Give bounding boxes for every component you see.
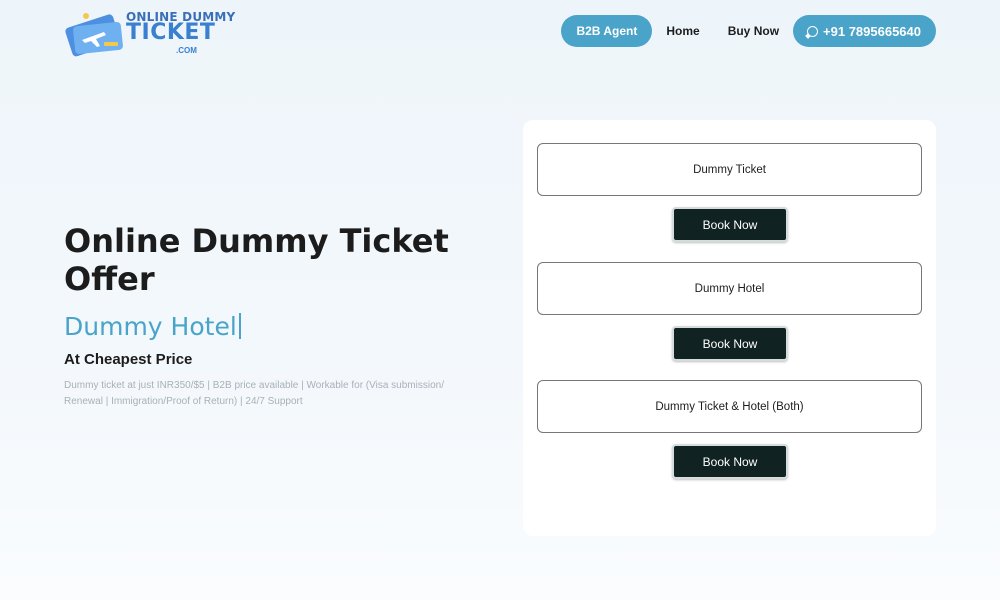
book-now-both-button[interactable]: Book Now (672, 444, 788, 479)
whatsapp-icon (807, 25, 819, 37)
hero-tagline: At Cheapest Price (64, 351, 193, 368)
option-dummy-hotel[interactable]: Dummy Hotel (537, 262, 922, 315)
logo-text-domain: .COM (176, 46, 197, 55)
nav-home-link[interactable]: Home (666, 24, 699, 38)
site-header: ONLINE DUMMY TICKET .COM B2B Agent Home … (0, 0, 1000, 64)
logo-text-main: TICKET (126, 20, 216, 45)
option-dummy-ticket[interactable]: Dummy Ticket (537, 143, 922, 196)
hero-description: Dummy ticket at just INR350/$5 | B2B pri… (64, 380, 444, 407)
booking-card: Dummy Ticket Book Now Dummy Hotel Book N… (523, 120, 936, 536)
hero-title: Online Dummy Ticket Offer (64, 222, 449, 298)
book-now-ticket-button[interactable]: Book Now (672, 207, 788, 242)
typed-text: Dummy Hotel (64, 312, 237, 341)
main-nav: B2B Agent Home Buy Now +91 7895665640 (561, 15, 936, 47)
hero-typed-text: Dummy Hotel (64, 312, 241, 341)
ticket-plane-icon (65, 13, 123, 57)
typing-cursor (238, 313, 241, 339)
nav-buy-now-link[interactable]: Buy Now (728, 24, 779, 38)
book-now-hotel-button[interactable]: Book Now (672, 326, 788, 361)
site-logo[interactable]: ONLINE DUMMY TICKET .COM (64, 6, 235, 58)
b2b-agent-button[interactable]: B2B Agent (561, 15, 653, 47)
whatsapp-phone-button[interactable]: +91 7895665640 (793, 15, 936, 47)
phone-number: +91 7895665640 (823, 23, 921, 39)
option-ticket-and-hotel[interactable]: Dummy Ticket & Hotel (Both) (537, 380, 922, 433)
